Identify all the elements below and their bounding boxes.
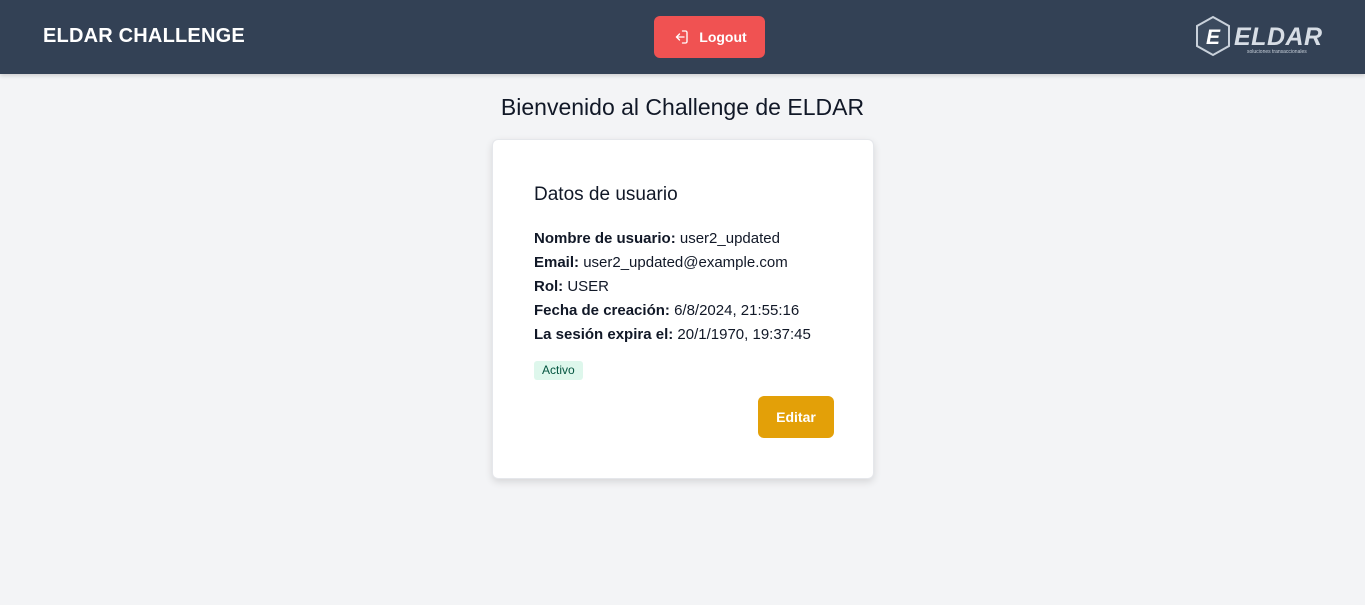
username-row: Nombre de usuario: user2_updated bbox=[534, 227, 811, 251]
expires-value: 20/1/1970, 19:37:45 bbox=[677, 326, 811, 343]
edit-button[interactable]: Editar bbox=[758, 396, 834, 438]
logout-icon bbox=[672, 28, 690, 46]
created-label: Fecha de creación: bbox=[534, 302, 670, 319]
logout-button[interactable]: Logout bbox=[654, 16, 765, 58]
email-value: user2_updated@example.com bbox=[583, 254, 788, 271]
username-value: user2_updated bbox=[679, 230, 780, 247]
user-info-list: Nombre de usuario: user2_updated Email: … bbox=[534, 227, 811, 347]
expires-row: La sesión expira el: 20/1/1970, 19:37:45 bbox=[534, 323, 811, 347]
role-value: USER bbox=[567, 278, 610, 295]
top-navbar: ELDAR CHALLENGE Logout E ELDAR solucione… bbox=[0, 0, 1365, 74]
role-label: Rol: bbox=[534, 278, 564, 295]
expires-label: La sesión expira el: bbox=[534, 326, 674, 343]
email-label: Email: bbox=[534, 254, 580, 271]
card-title: Datos de usuario bbox=[534, 184, 678, 205]
logo-tagline: soluciones transaccionales bbox=[1247, 49, 1307, 55]
app-brand: ELDAR CHALLENGE bbox=[43, 25, 245, 47]
welcome-heading: Bienvenido al Challenge de ELDAR bbox=[500, 94, 865, 120]
svg-text:E: E bbox=[1206, 26, 1221, 49]
logout-label: Logout bbox=[699, 29, 747, 45]
user-data-card: Datos de usuario Nombre de usuario: user… bbox=[492, 139, 874, 479]
eldar-logo: E ELDAR soluciones transaccionales bbox=[1194, 15, 1326, 59]
role-row: Rol: USER bbox=[534, 275, 811, 299]
created-row: Fecha de creación: 6/8/2024, 21:55:16 bbox=[534, 299, 811, 323]
logo-wordmark: ELDAR bbox=[1234, 23, 1323, 51]
created-value: 6/8/2024, 21:55:16 bbox=[674, 302, 800, 319]
username-label: Nombre de usuario: bbox=[534, 230, 676, 247]
status-badge: Activo bbox=[534, 361, 583, 380]
email-row: Email: user2_updated@example.com bbox=[534, 251, 811, 275]
